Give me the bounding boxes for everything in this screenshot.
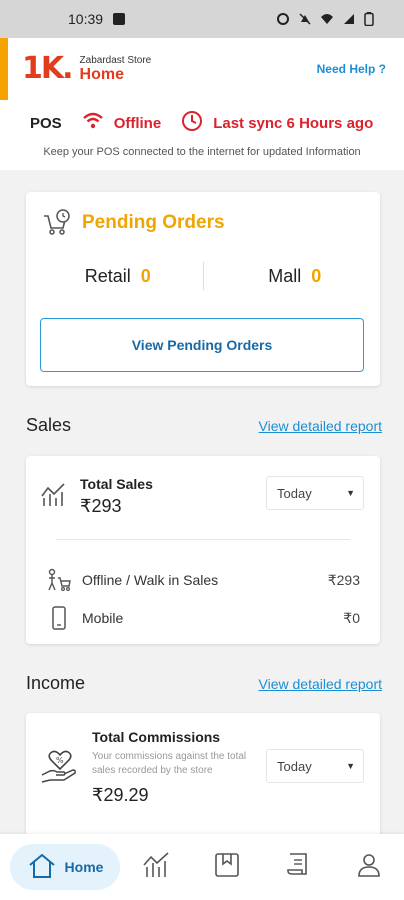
nav-home-label: Home xyxy=(64,859,104,875)
mute-icon xyxy=(298,12,312,26)
counts-divider xyxy=(203,262,204,290)
nav-profile-tab[interactable] xyxy=(333,852,404,883)
sales-row-offline: Offline / Walk in Sales ₹293 xyxy=(46,568,360,592)
nav-catalog-tab[interactable] xyxy=(191,852,262,883)
heart-hand-icon: % xyxy=(40,745,80,785)
sales-row-value: ₹0 xyxy=(343,609,360,626)
bookmark-box-icon xyxy=(214,852,240,883)
nav-sales-tab[interactable] xyxy=(120,851,191,884)
status-time: 10:39 xyxy=(68,11,104,27)
page-title: Home xyxy=(79,65,124,83)
signal-icon xyxy=(342,12,356,26)
ledger-icon xyxy=(285,852,311,883)
connection-status: Offline xyxy=(113,114,162,132)
total-commissions-description: Your commissions against the total sales… xyxy=(92,751,247,776)
wifi-icon xyxy=(82,112,104,134)
sales-row-value: ₹293 xyxy=(327,571,360,588)
mall-count: Mall 0 xyxy=(268,266,322,286)
pos-label: POS xyxy=(30,114,62,132)
user-icon xyxy=(356,852,382,883)
sales-row-label: Mobile xyxy=(82,610,124,626)
view-pending-orders-button[interactable]: View Pending Orders xyxy=(40,318,364,372)
bottom-navigation: Home xyxy=(0,834,404,900)
sales-row-mobile: Mobile ₹0 xyxy=(46,606,360,630)
income-report-link[interactable]: View detailed report xyxy=(259,676,382,692)
nav-ledger-tab[interactable] xyxy=(262,852,333,883)
pending-orders-card: Pending Orders Retail 0 Mall 0 View Pendin… xyxy=(26,192,380,386)
alarm-icon xyxy=(276,12,290,26)
total-sales-text: Total Sales ₹293 xyxy=(80,476,153,517)
wifi-status-icon xyxy=(320,12,334,26)
sales-period-value: Today xyxy=(277,485,312,501)
chart-icon xyxy=(142,851,170,884)
svg-text:%: % xyxy=(56,756,64,765)
battery-icon xyxy=(364,12,378,27)
pos-info-text: Keep your POS connected to the internet … xyxy=(0,146,404,170)
cart-clock-icon xyxy=(42,208,72,238)
gallery-notification-icon xyxy=(113,13,126,25)
income-period-dropdown[interactable]: Today ▼ xyxy=(266,749,364,783)
pos-status-bar: POS Offline Last sync 6 Hours ago xyxy=(0,100,404,146)
app-header: 1K. Zabardast Store Home Need Help ? xyxy=(0,38,404,100)
sales-row-label: Offline / Walk in Sales xyxy=(82,572,219,588)
total-commissions-block: % Total Commissions Your commissions aga… xyxy=(40,729,262,806)
header-titles: Zabardast Store Home xyxy=(80,55,152,84)
sales-report-link[interactable]: View detailed report xyxy=(259,418,382,434)
last-sync-text: Last sync 6 Hours ago xyxy=(213,114,374,132)
chevron-down-icon: ▼ xyxy=(346,488,355,498)
total-commissions-text: Total Commissions Your commissions again… xyxy=(92,729,262,806)
income-card: % Total Commissions Your commissions aga… xyxy=(26,713,380,843)
chevron-down-icon: ▼ xyxy=(346,761,355,771)
total-sales-label: Total Sales xyxy=(80,476,153,492)
total-sales-value: ₹293 xyxy=(80,496,122,516)
status-bar: 10:39 xyxy=(0,0,404,38)
retail-count: Retail 0 xyxy=(84,266,151,286)
total-commissions-value: ₹29.29 xyxy=(92,785,149,805)
income-period-value: Today xyxy=(277,758,312,774)
chart-icon xyxy=(40,482,66,508)
need-help-link[interactable]: Need Help ? xyxy=(317,62,386,76)
pending-orders-header: Pending Orders xyxy=(26,192,380,238)
divider xyxy=(56,539,350,540)
income-section-title: Income xyxy=(26,673,86,693)
mobile-icon xyxy=(46,606,72,630)
store-name: Zabardast Store xyxy=(79,54,152,66)
total-commissions-label: Total Commissions xyxy=(92,729,221,745)
walk-in-icon xyxy=(46,568,72,592)
sales-period-dropdown[interactable]: Today ▼ xyxy=(266,476,364,510)
status-icons xyxy=(276,12,378,27)
brand-logo: 1K. xyxy=(22,51,74,86)
nav-home-tab[interactable]: Home xyxy=(10,844,120,890)
home-icon xyxy=(27,853,57,882)
sales-section-title: Sales xyxy=(26,415,72,435)
total-sales-block: Total Sales ₹293 xyxy=(40,476,153,517)
clock-icon xyxy=(181,110,203,136)
pending-orders-title: Pending Orders xyxy=(82,212,225,233)
sales-card: Total Sales ₹293 Today ▼ Offline / Walk … xyxy=(26,456,380,644)
pending-counts: Retail 0 Mall 0 xyxy=(26,262,380,290)
